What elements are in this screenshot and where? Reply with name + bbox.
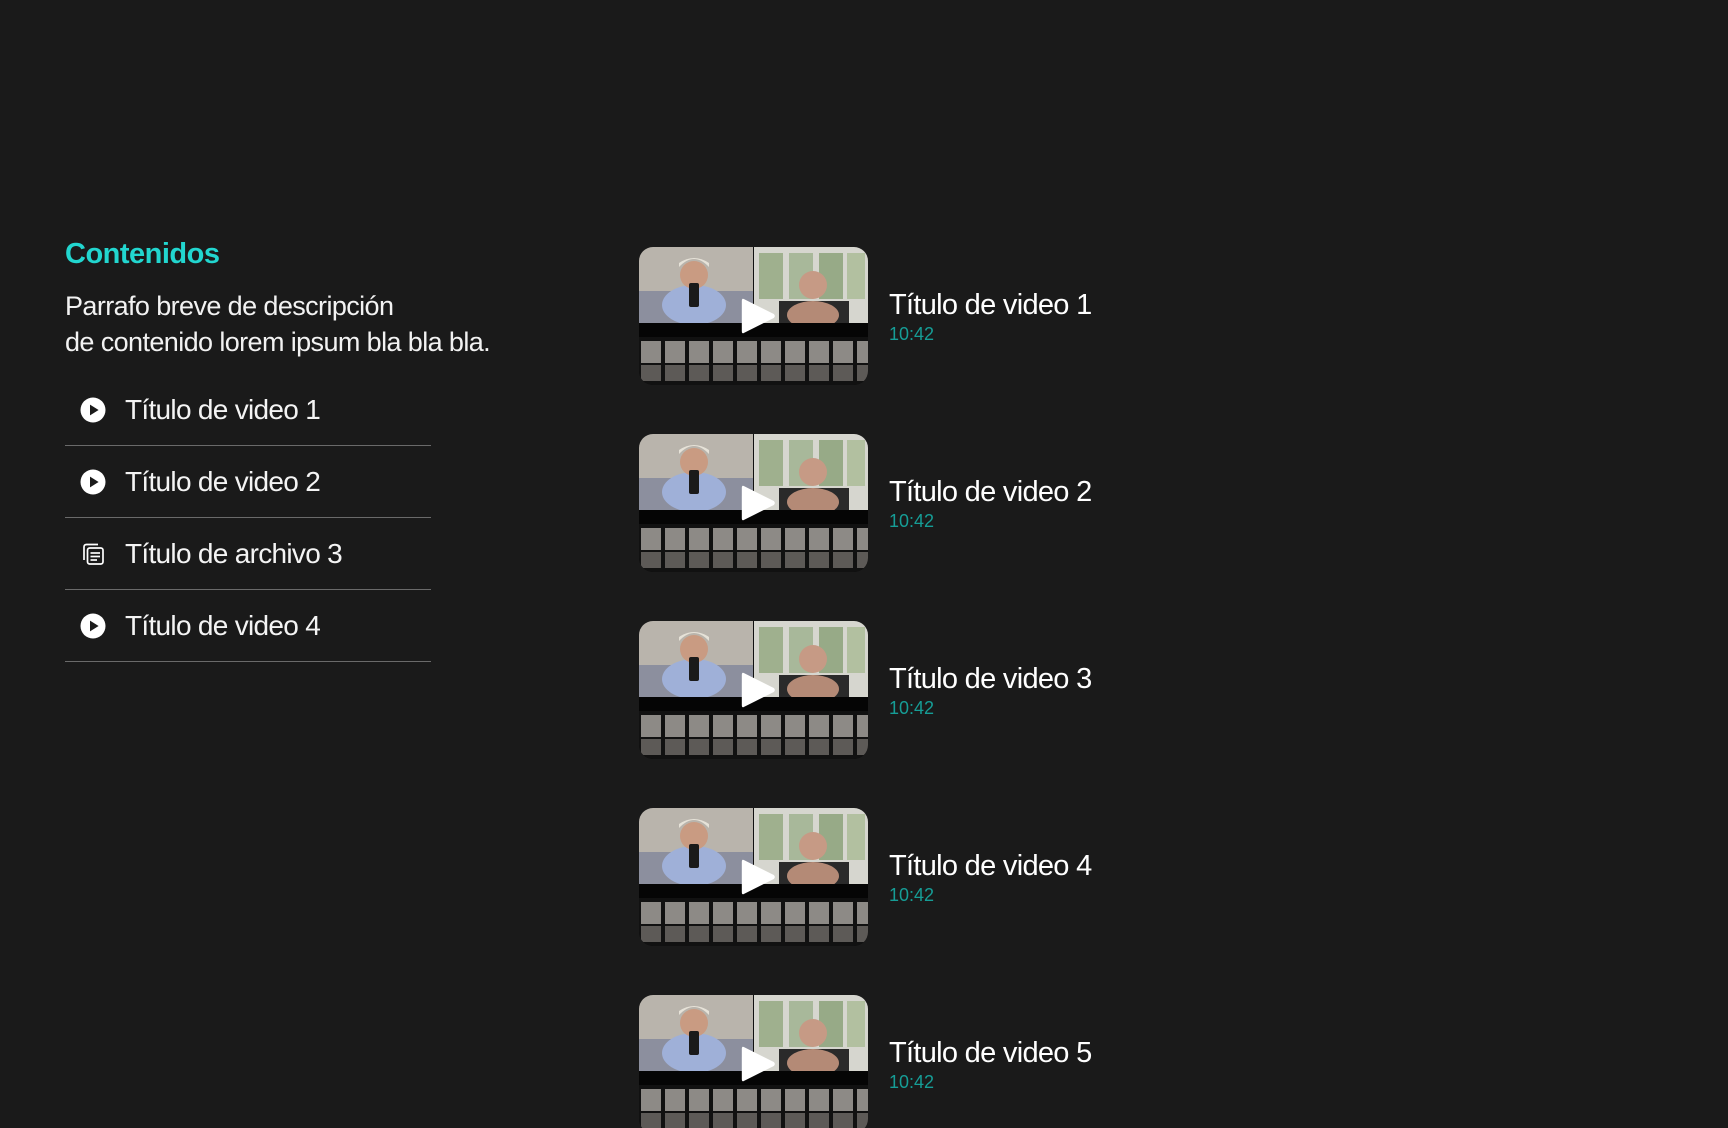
page: Contenidos Parrafo breve de descripción … <box>0 0 1728 1128</box>
video-title[interactable]: Título de video 3 <box>889 662 1092 696</box>
video-card[interactable]: Título de video 3 10:42 <box>639 621 1092 759</box>
video-meta: Título de video 4 10:42 <box>889 849 1092 906</box>
play-icon[interactable] <box>738 670 776 710</box>
content-item-label: Título de video 1 <box>125 393 321 425</box>
section-title: Contenidos <box>65 238 220 270</box>
video-duration: 10:42 <box>889 323 935 344</box>
video-thumbnail[interactable] <box>639 247 868 385</box>
video-meta: Título de video 2 10:42 <box>889 475 1092 532</box>
video-duration: 10:42 <box>889 510 935 531</box>
video-thumbnail[interactable] <box>639 995 868 1128</box>
video-duration: 10:42 <box>889 884 935 905</box>
content-list: Título de video 1 Título de video 2 Títu… <box>65 374 431 662</box>
play-circle-icon <box>79 468 107 496</box>
contents-panel: Contenidos Parrafo breve de descripción … <box>65 232 535 662</box>
video-title[interactable]: Título de video 5 <box>889 1036 1092 1070</box>
play-icon[interactable] <box>738 857 776 897</box>
content-item-video-2[interactable]: Título de video 2 <box>65 446 431 518</box>
play-circle-icon <box>79 396 107 424</box>
video-thumbnail[interactable] <box>639 434 868 572</box>
play-icon[interactable] <box>738 1044 776 1084</box>
video-title[interactable]: Título de video 1 <box>889 288 1092 322</box>
play-icon[interactable] <box>738 296 776 336</box>
video-card[interactable]: Título de video 2 10:42 <box>639 434 1092 572</box>
video-thumbnail[interactable] <box>639 808 868 946</box>
video-meta: Título de video 1 10:42 <box>889 288 1092 345</box>
section-description: Parrafo breve de descripción de contenid… <box>65 291 491 357</box>
video-title[interactable]: Título de video 2 <box>889 475 1092 509</box>
video-duration: 10:42 <box>889 697 935 718</box>
video-meta: Título de video 3 10:42 <box>889 662 1092 719</box>
play-icon[interactable] <box>738 483 776 523</box>
content-item-label: Título de video 4 <box>125 609 321 641</box>
content-item-file-3[interactable]: Título de archivo 3 <box>65 518 431 590</box>
video-card[interactable]: Título de video 5 10:42 <box>639 995 1092 1128</box>
content-item-video-1[interactable]: Título de video 1 <box>65 374 431 446</box>
video-card[interactable]: Título de video 1 10:42 <box>639 247 1092 385</box>
video-meta: Título de video 5 10:42 <box>889 1036 1092 1093</box>
video-card[interactable]: Título de video 4 10:42 <box>639 808 1092 946</box>
content-item-label: Título de archivo 3 <box>125 537 343 569</box>
video-duration: 10:42 <box>889 1071 935 1092</box>
content-item-video-4[interactable]: Título de video 4 <box>65 590 431 662</box>
video-title[interactable]: Título de video 4 <box>889 849 1092 883</box>
content-item-label: Título de video 2 <box>125 465 321 497</box>
video-list: Título de video 1 10:42 Título de video … <box>639 247 1092 1128</box>
video-thumbnail[interactable] <box>639 621 868 759</box>
file-stack-icon <box>79 540 107 568</box>
play-circle-icon <box>79 612 107 640</box>
